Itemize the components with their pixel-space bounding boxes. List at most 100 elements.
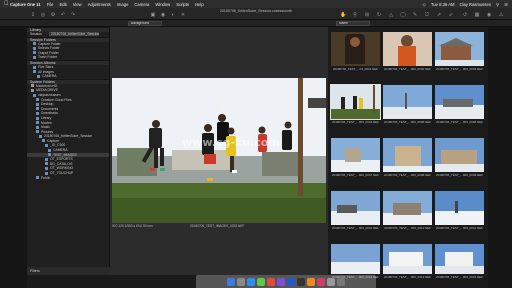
sys-folder-label: clayrasmussen — [38, 92, 61, 97]
folder-icon — [45, 167, 48, 171]
sort-select[interactable]: Name — [336, 21, 370, 26]
exposure-tool-icon[interactable]: ☀ — [180, 12, 186, 18]
background-select[interactable]: Background — [128, 21, 162, 26]
preferences-icon[interactable] — [327, 277, 335, 286]
copy-adjustments-icon[interactable]: ⇗ — [436, 12, 442, 18]
menu-image[interactable]: Image — [117, 2, 129, 7]
import-icon[interactable]: ↧ — [30, 12, 36, 18]
keystone-tool-icon[interactable]: △ — [388, 12, 394, 18]
menu-camera[interactable]: Camera — [134, 2, 149, 7]
sys-folder-label: Creative Cloud Files — [41, 97, 72, 102]
rotate-tool-icon[interactable]: ↻ — [376, 12, 382, 18]
calendar-icon[interactable] — [267, 277, 275, 286]
app-icon[interactable] — [307, 277, 315, 286]
menu-scripts[interactable]: Scripts — [176, 2, 189, 7]
sys-folder-public[interactable]: Public — [27, 176, 109, 181]
folder-icon — [45, 157, 48, 161]
pan-tool-icon[interactable]: ✋ — [340, 12, 346, 18]
trash-icon[interactable] — [337, 277, 345, 286]
favorite-camera[interactable]: CAMERA — [27, 74, 109, 79]
folder-trash[interactable]: Trash Folder — [27, 55, 109, 60]
sys-folder-label: TEST_IMAGES — [53, 152, 77, 157]
thumbnail-label: 20180706_TEST_...003_0007.NEF — [331, 173, 380, 177]
exposure-warning-icon[interactable]: ⚠ — [498, 12, 504, 18]
finder-icon[interactable] — [227, 277, 235, 286]
zoom-tool-icon[interactable]: ⚲ — [352, 12, 358, 18]
color-tool-icon[interactable]: ◐ — [170, 12, 176, 18]
session-select[interactable]: 20180706_KellenSoire_Session — [49, 32, 99, 36]
menu-window[interactable]: Window — [155, 2, 170, 7]
sys-folder-label: Downloads — [41, 111, 58, 116]
thumbnail-image — [435, 32, 484, 66]
capture-tool-icon[interactable]: ◉ — [160, 12, 166, 18]
left-tool-tabs — [0, 27, 27, 288]
folder-icon — [36, 176, 39, 180]
filters-header[interactable]: Filters — [27, 267, 110, 275]
folder-icon — [36, 125, 39, 129]
menu-file[interactable]: File — [47, 2, 54, 7]
folder-icon — [45, 162, 48, 166]
folder-icon — [33, 51, 36, 55]
premiere-icon[interactable] — [277, 277, 285, 286]
proofing-icon[interactable]: ◉ — [486, 12, 492, 18]
thumbnail-label: 20180706_TEST_...003_0009.NEF — [435, 173, 484, 177]
thumbnail-image — [383, 85, 432, 119]
folder-icon — [39, 134, 42, 138]
folder-icon — [37, 74, 40, 78]
viewer: ISO 125 1/500 s f/5.6 50 mm 20180706_TES… — [110, 27, 328, 275]
thumbnail-image — [331, 191, 380, 225]
wifi-icon[interactable]: ◇ — [423, 2, 426, 7]
brush-tool-icon[interactable]: ✎ — [412, 12, 418, 18]
sys-folder-label: Pictures — [41, 129, 54, 134]
menu-list-icon[interactable]: ☰ — [504, 2, 508, 7]
apply-adjustments-icon[interactable]: ⇙ — [448, 12, 454, 18]
folder-label: Output Folder — [38, 50, 59, 55]
undo-icon[interactable]: ↶ — [60, 12, 66, 18]
folder-icon — [45, 171, 48, 175]
thumbnail-label: 20180706_TEST_...003_0014.NEF — [383, 275, 432, 279]
main-photo[interactable] — [112, 78, 326, 223]
capture-one-icon[interactable] — [297, 277, 305, 286]
sys-folder-label: OT_WORKING — [50, 166, 74, 171]
thumbnail-label: 20180706_TEST_...03_0001.NEF — [332, 67, 379, 71]
sys-folder-label: Macintosh HD — [36, 83, 58, 88]
thumbnail-image — [330, 84, 381, 120]
search-icon[interactable]: ⚲ — [496, 2, 499, 7]
eyedropper-tool-icon[interactable]: ⎋ — [424, 12, 430, 18]
folder-icon — [48, 148, 51, 152]
viewer-grid-icon[interactable]: ▦ — [474, 12, 480, 18]
clock-text[interactable]: Tue 8:36 AM — [431, 2, 455, 7]
safari-icon[interactable] — [247, 277, 255, 286]
thumbnail-label: 20180706_TEST_...003_0011.NEF — [384, 226, 431, 230]
sys-folder-label: Music — [41, 125, 50, 130]
menu-edit[interactable]: Edit — [59, 2, 66, 7]
watermark-text: www.cg-ku.com — [182, 136, 280, 149]
menu-adjustments[interactable]: Adjustments — [88, 2, 111, 7]
library-tool-icon[interactable]: ▣ — [150, 12, 156, 18]
reset-icon[interactable]: ↺ — [462, 12, 468, 18]
folder-label: Trash Folder — [38, 55, 58, 60]
folder-icon — [36, 111, 39, 115]
photoshop-icon[interactable] — [287, 277, 295, 286]
menu-bar:  Capture One 11 File Edit View Adjustme… — [0, 0, 512, 8]
window-title: 20180706_KellenSoire_Session.cosessiondb — [219, 9, 293, 13]
spot-tool-icon[interactable]: ◯ — [400, 12, 406, 18]
process-icon[interactable]: ⚙ — [50, 12, 56, 18]
sys-folder-label: Library — [41, 115, 52, 120]
folder-icon — [42, 139, 45, 143]
folder-icon — [36, 130, 39, 134]
launchpad-icon[interactable] — [237, 277, 245, 286]
session-row[interactable]: Session 20180706_KellenSoire_Session — [27, 32, 109, 37]
crop-tool-icon[interactable]: ⊞ — [364, 12, 370, 18]
sys-folder-label: Capture — [47, 138, 60, 143]
user-name[interactable]: Clay Rasmussen — [460, 2, 492, 7]
menu-help[interactable]: Help — [195, 2, 204, 7]
thumbnail-image — [435, 191, 484, 225]
menu-view[interactable]: View — [73, 2, 82, 7]
redo-icon[interactable]: ↷ — [70, 12, 76, 18]
messages-icon[interactable] — [257, 277, 265, 286]
music-icon[interactable] — [317, 277, 325, 286]
thumbnail-image — [383, 244, 432, 274]
menu-app-name[interactable]: Capture One 11 — [10, 2, 41, 7]
capture-icon[interactable]: ◎ — [40, 12, 46, 18]
